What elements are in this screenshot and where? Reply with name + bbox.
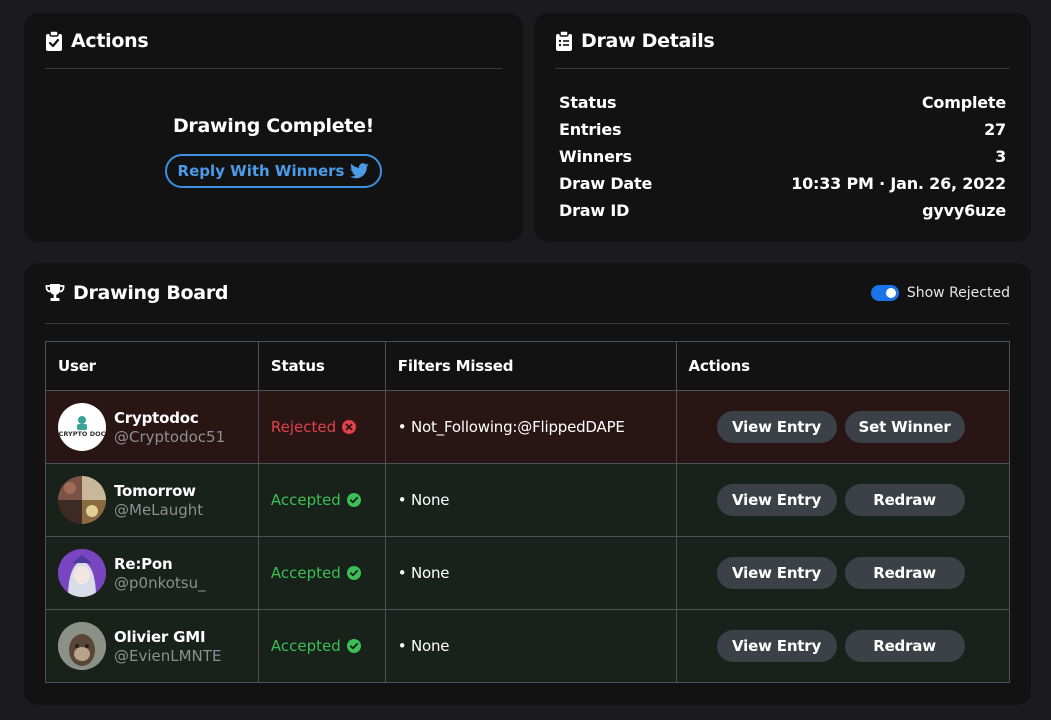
- detail-label: Draw Date: [559, 174, 653, 193]
- check-circle-icon: [346, 566, 361, 580]
- table-header-row: User Status Filters Missed Actions: [45, 341, 1011, 391]
- filter-missed: • Not_Following:@FlippedDAPE: [397, 418, 625, 436]
- user-cell: Re:Pon @p0nkotsu_: [45, 536, 259, 610]
- details-title: Draw Details: [581, 29, 715, 52]
- detail-value: 10:33 PM · Jan. 26, 2022: [791, 174, 1006, 193]
- trophy-icon: [45, 284, 65, 301]
- redraw-button[interactable]: Redraw: [844, 630, 965, 662]
- check-circle-icon: [346, 639, 361, 653]
- drawing-complete-message: Drawing Complete!: [172, 115, 375, 137]
- detail-label: Winners: [559, 147, 632, 166]
- board-header: Drawing Board Show Rejected: [45, 263, 1010, 324]
- actions-cell: View Entry Redraw: [675, 609, 1011, 683]
- detail-value: 27: [984, 120, 1006, 139]
- user-handle[interactable]: @EvienLMNTE: [114, 647, 221, 665]
- status-cell: Accepted: [257, 609, 386, 683]
- view-entry-button[interactable]: View Entry: [716, 484, 837, 516]
- detail-label: Draw ID: [559, 201, 630, 220]
- detail-label: Entries: [559, 120, 622, 139]
- filters-cell: • None: [384, 609, 677, 683]
- user-cell: Tomorrow @MeLaught: [45, 463, 259, 537]
- avatar: CRYPTO DOC: [58, 403, 106, 451]
- redraw-button[interactable]: Redraw: [844, 484, 965, 516]
- user-name: Olivier GMI: [114, 627, 206, 646]
- detail-row-winners: Winners 3: [559, 143, 1006, 170]
- view-entry-button[interactable]: View Entry: [716, 411, 837, 443]
- actions-title: Actions: [71, 29, 149, 52]
- check-circle-icon: [346, 493, 361, 507]
- drawing-board-table: User Status Filters Missed Actions CRYPT…: [45, 341, 1011, 683]
- avatar: [58, 549, 106, 597]
- table-row: CRYPTO DOC Cryptodoc @Cryptodoc51 Reject…: [45, 390, 1011, 464]
- show-rejected-toggle[interactable]: [870, 285, 899, 301]
- detail-value: gyvy6uze: [922, 201, 1006, 220]
- actions-cell: View Entry Redraw: [675, 536, 1011, 610]
- details-list: Status Complete Entries 27 Winners 3 Dra…: [559, 89, 1006, 224]
- user-name: Tomorrow: [114, 481, 196, 500]
- user-handle[interactable]: @Cryptodoc51: [114, 428, 225, 446]
- filters-cell: • Not_Following:@FlippedDAPE: [384, 390, 677, 464]
- detail-value: Complete: [921, 93, 1006, 112]
- twitter-icon: [350, 163, 370, 179]
- olivier-avatar-image: [58, 622, 106, 670]
- status-text: Rejected: [270, 418, 337, 436]
- user-name: Re:Pon: [114, 554, 173, 573]
- redraw-button[interactable]: Redraw: [844, 557, 965, 589]
- view-entry-button[interactable]: View Entry: [716, 557, 837, 589]
- filter-missed: • None: [397, 491, 450, 509]
- actions-cell: View Entry Set Winner: [675, 390, 1011, 464]
- table-row: Re:Pon @p0nkotsu_ Accepted • None View E…: [45, 536, 1011, 610]
- detail-value: 3: [995, 147, 1006, 166]
- status-cell: Rejected: [257, 390, 386, 464]
- table-row: Tomorrow @MeLaught Accepted • None View …: [45, 463, 1011, 537]
- clipboard-list-icon: [556, 30, 572, 51]
- user-handle[interactable]: @p0nkotsu_: [114, 574, 206, 592]
- user-cell: CRYPTO DOC Cryptodoc @Cryptodoc51: [45, 390, 259, 464]
- detail-row-status: Status Complete: [559, 89, 1006, 116]
- status-cell: Accepted: [257, 536, 386, 610]
- draw-details-card: Draw Details Status Complete Entries 27 …: [534, 13, 1031, 242]
- show-rejected-label: Show Rejected: [906, 285, 1010, 301]
- cryptodoc-avatar-image: CRYPTO DOC: [59, 416, 106, 438]
- status-text: Accepted: [270, 491, 341, 509]
- set-winner-button[interactable]: Set Winner: [844, 411, 965, 443]
- column-header-filters: Filters Missed: [384, 341, 677, 391]
- detail-row-entries: Entries 27: [559, 116, 1006, 143]
- column-header-actions: Actions: [675, 341, 1011, 391]
- drawing-board-card: Drawing Board Show Rejected User Status …: [24, 263, 1031, 705]
- board-title: Drawing Board: [73, 282, 229, 304]
- reply-with-winners-button[interactable]: Reply With Winners: [165, 154, 382, 188]
- column-header-status: Status: [257, 341, 386, 391]
- detail-row-draw-id: Draw ID gyvy6uze: [559, 197, 1006, 224]
- actions-cell: View Entry Redraw: [675, 463, 1011, 537]
- user-handle[interactable]: @MeLaught: [114, 501, 203, 519]
- avatar-text: CRYPTO DOC: [59, 430, 106, 438]
- tomorrow-avatar-image: [58, 476, 106, 524]
- filters-cell: • None: [384, 463, 677, 537]
- avatar: [58, 476, 106, 524]
- filter-missed: • None: [397, 564, 450, 582]
- status-text: Accepted: [270, 564, 341, 582]
- detail-row-draw-date: Draw Date 10:33 PM · Jan. 26, 2022: [559, 170, 1006, 197]
- actions-header: Actions: [45, 13, 502, 69]
- repon-avatar-image: [58, 549, 106, 597]
- actions-card: Actions Drawing Complete! Reply With Win…: [24, 13, 523, 242]
- x-circle-icon: [342, 420, 357, 434]
- user-name: Cryptodoc: [114, 408, 199, 427]
- clipboard-check-icon: [46, 30, 62, 51]
- filter-missed: • None: [397, 637, 450, 655]
- details-header: Draw Details: [555, 13, 1010, 69]
- avatar: [58, 622, 106, 670]
- column-header-user: User: [45, 341, 259, 391]
- table-row: Olivier GMI @EvienLMNTE Accepted • None …: [45, 609, 1011, 683]
- user-cell: Olivier GMI @EvienLMNTE: [45, 609, 259, 683]
- reply-button-label: Reply With Winners: [177, 162, 345, 180]
- show-rejected-toggle-wrap: Show Rejected: [870, 285, 1010, 301]
- view-entry-button[interactable]: View Entry: [716, 630, 837, 662]
- detail-label: Status: [559, 93, 617, 112]
- status-text: Accepted: [270, 637, 341, 655]
- status-cell: Accepted: [257, 463, 386, 537]
- filters-cell: • None: [384, 536, 677, 610]
